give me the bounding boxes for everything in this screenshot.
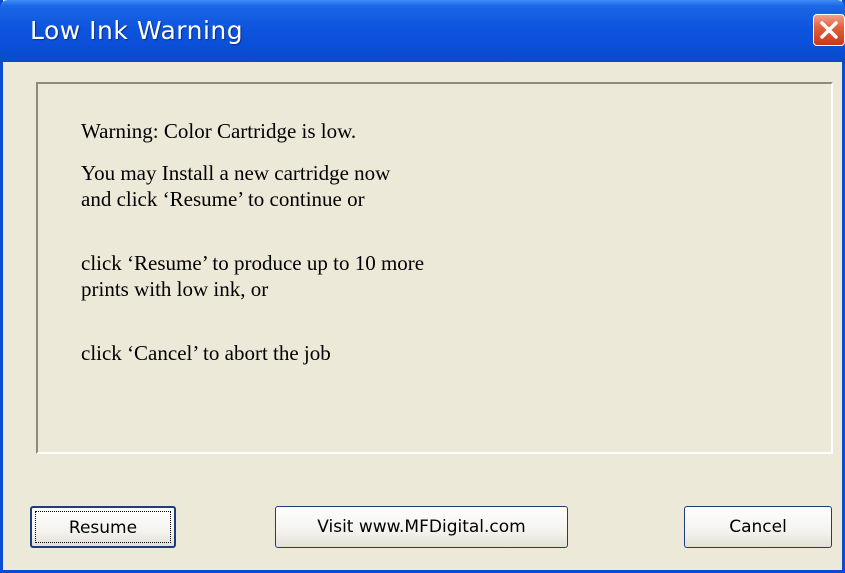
warning-message: Warning: Color Cartridge is low. You may… — [81, 118, 424, 366]
window-title: Low Ink Warning — [30, 16, 244, 45]
visit-website-button[interactable]: Visit www.MFDigital.com — [275, 506, 568, 548]
message-headline: Warning: Color Cartridge is low. — [81, 119, 357, 143]
message-line: prints with low ink, or — [81, 277, 269, 301]
focus-ring — [35, 511, 171, 543]
dialog-window: Low Ink Warning Warning: Color Cartridge… — [0, 0, 845, 573]
cancel-button-label: Cancel — [729, 517, 787, 537]
message-line: click ‘Cancel’ to abort the job — [81, 341, 331, 365]
close-button[interactable] — [813, 14, 845, 46]
message-line: click ‘Resume’ to produce up to 10 more — [81, 251, 425, 275]
message-panel: Warning: Color Cartridge is low. You may… — [36, 82, 833, 454]
message-line: and click ‘Resume’ to continue or — [81, 187, 365, 211]
cancel-button[interactable]: Cancel — [684, 506, 832, 548]
resume-button[interactable]: Resume — [30, 506, 176, 548]
title-bar[interactable]: Low Ink Warning — [0, 0, 845, 62]
message-line: You may Install a new cartridge now — [81, 161, 391, 185]
close-icon — [820, 21, 838, 39]
visit-website-button-label: Visit www.MFDigital.com — [317, 517, 526, 537]
